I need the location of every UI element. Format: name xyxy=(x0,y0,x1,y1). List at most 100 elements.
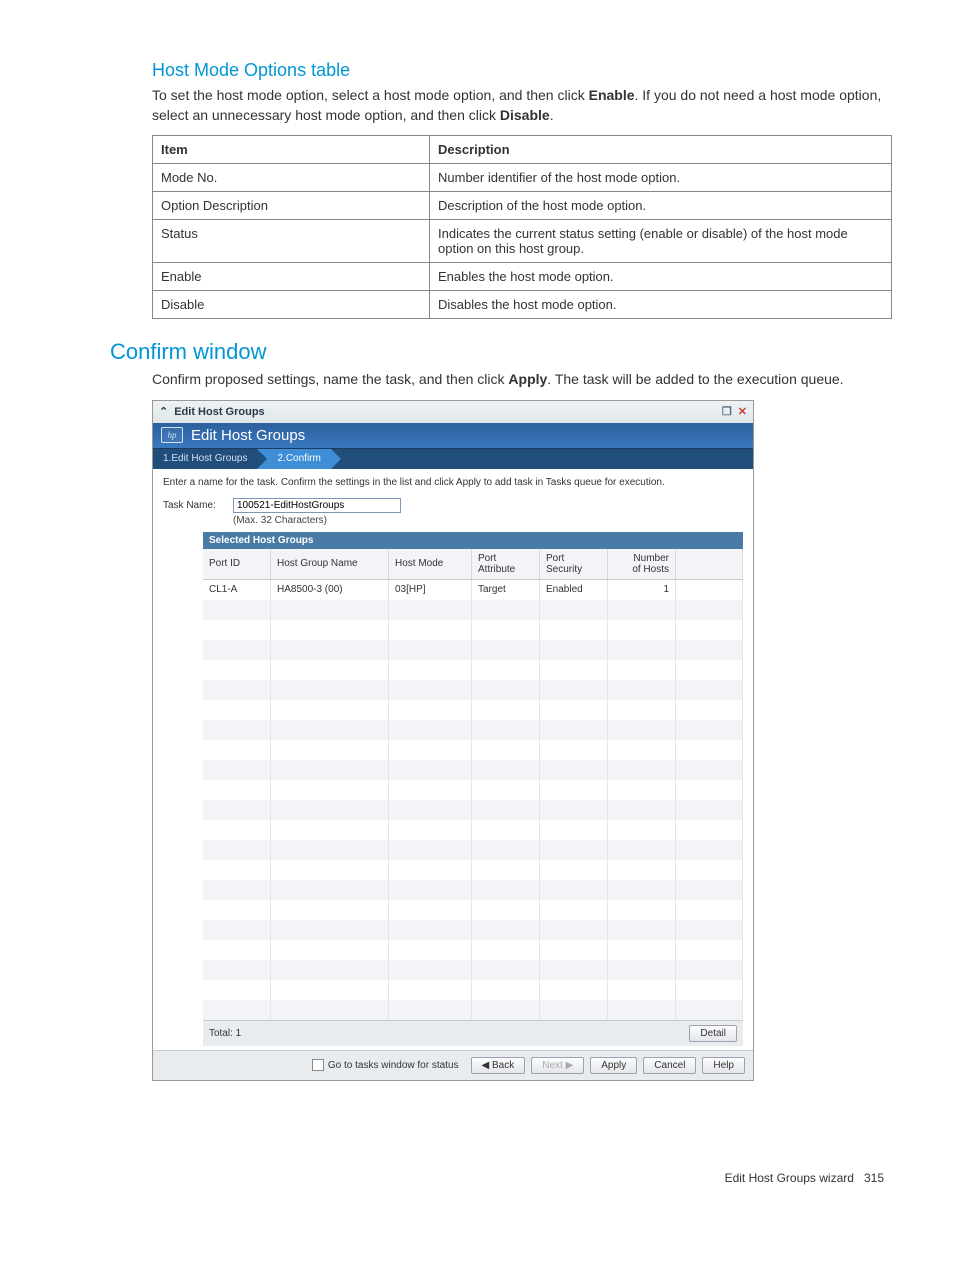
grid-row-empty xyxy=(203,860,743,880)
grid-row-empty xyxy=(203,640,743,660)
dialog-title: Edit Host Groups xyxy=(191,427,305,444)
selected-host-groups-header: Selected Host Groups xyxy=(203,532,743,549)
cancel-button[interactable]: Cancel xyxy=(643,1057,696,1074)
cell: Number identifier of the host mode optio… xyxy=(430,164,892,192)
grid-row-empty xyxy=(203,720,743,740)
next-button: Next ▶ xyxy=(531,1057,584,1074)
grid-row-empty xyxy=(203,1000,743,1020)
grid-row-empty xyxy=(203,820,743,840)
grid-row-empty xyxy=(203,660,743,680)
cell: Enables the host mode option. xyxy=(430,263,892,291)
grid-row-empty xyxy=(203,740,743,760)
grid-row[interactable]: CL1-A HA8500-3 (00) 03[HP] Target Enable… xyxy=(203,579,743,600)
selected-host-groups-table: Port ID Host Group Name Host Mode PortAt… xyxy=(203,549,743,1020)
table-row: Option DescriptionDescription of the hos… xyxy=(153,192,892,220)
grid-row-empty xyxy=(203,940,743,960)
dialog-header: hp Edit Host Groups xyxy=(153,423,753,449)
grid-row-empty xyxy=(203,840,743,860)
col-blank xyxy=(676,549,743,580)
step-2-tab[interactable]: 2.Confirm xyxy=(267,449,330,469)
text: To set the host mode option, select a ho… xyxy=(152,87,589,103)
step-separator xyxy=(257,449,267,469)
cell-port-security: Enabled xyxy=(540,579,608,600)
dialog-button-bar: Go to tasks window for status ◀ Back Nex… xyxy=(153,1050,753,1080)
cell-port-attribute: Target xyxy=(472,579,540,600)
cell-host-group-name: HA8500-3 (00) xyxy=(271,579,389,600)
cell: Mode No. xyxy=(153,164,430,192)
grid-row-empty xyxy=(203,880,743,900)
table-row: EnableEnables the host mode option. xyxy=(153,263,892,291)
col-port-security[interactable]: PortSecurity xyxy=(540,549,608,580)
back-button[interactable]: ◀ Back xyxy=(471,1057,526,1074)
total-label: Total: 1 xyxy=(209,1028,241,1039)
grid-row-empty xyxy=(203,780,743,800)
apply-bold: Apply xyxy=(508,371,547,387)
grid-row-empty xyxy=(203,700,743,720)
step-1-tab[interactable]: 1.Edit Host Groups xyxy=(153,449,257,469)
cell: Option Description xyxy=(153,192,430,220)
window-title: Edit Host Groups xyxy=(174,406,264,418)
col-host-mode[interactable]: Host Mode xyxy=(389,549,472,580)
edit-host-groups-window: ⌃ Edit Host Groups ❐ ✕ hp Edit Host Grou… xyxy=(152,400,754,1081)
host-mode-options-table: Item Description Mode No.Number identifi… xyxy=(152,135,892,319)
enable-bold: Enable xyxy=(589,87,635,103)
text: Confirm proposed settings, name the task… xyxy=(152,371,508,387)
task-name-input[interactable] xyxy=(233,498,401,513)
grid-row-empty xyxy=(203,680,743,700)
step-separator xyxy=(331,449,341,469)
cell: Description of the host mode option. xyxy=(430,192,892,220)
cell: Disable xyxy=(153,291,430,319)
cell-port-id: CL1-A xyxy=(203,579,271,600)
restore-icon[interactable]: ❐ xyxy=(722,405,732,418)
cell-host-mode: 03[HP] xyxy=(389,579,472,600)
close-icon[interactable]: ✕ xyxy=(738,405,747,418)
task-name-label: Task Name: xyxy=(163,498,233,511)
cell: Enable xyxy=(153,263,430,291)
grid-footer: Total: 1 Detail xyxy=(203,1020,743,1046)
para-host-mode: To set the host mode option, select a ho… xyxy=(152,86,894,125)
col-number-of-hosts[interactable]: Numberof Hosts xyxy=(608,549,676,580)
table-row: Mode No.Number identifier of the host mo… xyxy=(153,164,892,192)
hp-logo-icon: hp xyxy=(161,427,183,443)
wizard-steps: 1.Edit Host Groups 2.Confirm xyxy=(153,449,753,469)
page-footer: Edit Host Groups wizard 315 xyxy=(110,1171,894,1185)
section-heading: Confirm window xyxy=(110,339,894,365)
grid-row-empty xyxy=(203,600,743,620)
grid-row-empty xyxy=(203,620,743,640)
cell-number-of-hosts: 1 xyxy=(608,579,676,600)
cell-blank xyxy=(676,579,743,600)
window-titlebar: ⌃ Edit Host Groups ❐ ✕ xyxy=(153,401,753,423)
footer-text: Edit Host Groups wizard xyxy=(725,1171,854,1185)
grid-row-empty xyxy=(203,920,743,940)
checkbox-label: Go to tasks window for status xyxy=(328,1060,459,1071)
table-row: StatusIndicates the current status setti… xyxy=(153,220,892,263)
page-number: 315 xyxy=(864,1171,884,1185)
grid-row-empty xyxy=(203,800,743,820)
para-confirm: Confirm proposed settings, name the task… xyxy=(152,370,894,390)
text: . The task will be added to the executio… xyxy=(547,371,843,387)
task-name-hint: (Max. 32 Characters) xyxy=(233,515,401,526)
grid-row-empty xyxy=(203,980,743,1000)
go-to-tasks-checkbox[interactable]: Go to tasks window for status xyxy=(312,1059,459,1071)
apply-button[interactable]: Apply xyxy=(590,1057,637,1074)
col-port-attribute[interactable]: PortAttribute xyxy=(472,549,540,580)
col-host-group-name[interactable]: Host Group Name xyxy=(271,549,389,580)
grid-row-empty xyxy=(203,960,743,980)
text: . xyxy=(550,107,554,123)
grid-header-row: Port ID Host Group Name Host Mode PortAt… xyxy=(203,549,743,580)
table-header-row: Item Description xyxy=(153,136,892,164)
instruction-text: Enter a name for the task. Confirm the s… xyxy=(163,477,743,488)
detail-button[interactable]: Detail xyxy=(689,1025,737,1042)
grid-row-empty xyxy=(203,900,743,920)
col-port-id[interactable]: Port ID xyxy=(203,549,271,580)
disable-bold: Disable xyxy=(500,107,550,123)
cell: Status xyxy=(153,220,430,263)
table-row: DisableDisables the host mode option. xyxy=(153,291,892,319)
grid-row-empty xyxy=(203,760,743,780)
collapse-icon[interactable]: ⌃ xyxy=(159,405,168,418)
th-description: Description xyxy=(430,136,892,164)
checkbox-icon xyxy=(312,1059,324,1071)
cell: Disables the host mode option. xyxy=(430,291,892,319)
help-button[interactable]: Help xyxy=(702,1057,745,1074)
th-item: Item xyxy=(153,136,430,164)
